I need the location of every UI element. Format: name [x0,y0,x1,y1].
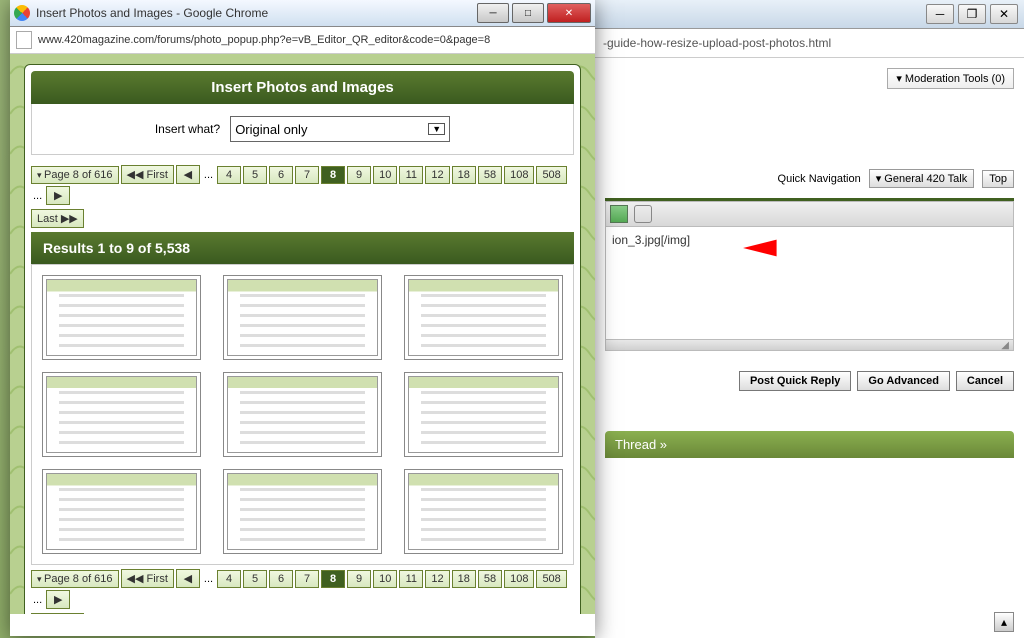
page-9[interactable]: 9 [347,570,371,588]
popup-url: www.420magazine.com/forums/photo_popup.p… [38,34,589,46]
page-6[interactable]: 6 [269,166,293,184]
next-page-button[interactable]: ▶ [46,186,70,205]
popup-minimize-button[interactable]: ─ [477,3,509,23]
page-508[interactable]: 508 [536,570,566,588]
popup-main-panel: Insert Photos and Images Insert what? Or… [24,64,581,614]
page-7[interactable]: 7 [295,166,319,184]
red-arrow-annotation: ◄ [732,231,787,263]
popup-window-title: Insert Photos and Images - Google Chrome [36,6,477,20]
thumbnail[interactable] [408,279,559,356]
go-advanced-button[interactable]: Go Advanced [857,371,950,391]
next-page-button[interactable]: ▶ [46,590,70,609]
popup-maximize-button[interactable]: □ [512,3,544,23]
quote-icon[interactable] [634,205,652,223]
page-12[interactable]: 12 [425,570,449,588]
page-10[interactable]: 10 [373,166,397,184]
ellipsis: ... [31,190,44,202]
bg-address-bar[interactable]: -guide-how-resize-upload-post-photos.htm… [595,29,1024,58]
page-icon [16,31,32,49]
page-8[interactable]: 8 [321,570,345,588]
page-508[interactable]: 508 [536,166,566,184]
bg-close-button[interactable]: ✕ [990,4,1018,24]
page-dropdown[interactable]: Page 8 of 616 [31,166,119,184]
bg-page-content: ▾ Moderation Tools (0) Quick Navigation … [595,58,1024,638]
prev-page-button[interactable]: ◀ [176,569,200,588]
editor-textarea[interactable]: ion_3.jpg[/img] ◄ [605,227,1014,340]
page-5[interactable]: 5 [243,166,267,184]
bg-window-titlebar: ─ ❐ ✕ [595,0,1024,29]
thumbnail[interactable] [46,473,197,550]
thread-navigation-bar: Thread » [605,431,1014,458]
page-58[interactable]: 58 [478,570,502,588]
page-108[interactable]: 108 [504,570,534,588]
quick-reply-editor: ion_3.jpg[/img] ◄ ◢ [605,198,1014,351]
page-6[interactable]: 6 [269,570,293,588]
page-11[interactable]: 11 [399,570,423,588]
last-page-button[interactable]: Last ▶▶ [31,613,84,614]
page-4[interactable]: 4 [217,570,241,588]
page-5[interactable]: 5 [243,570,267,588]
editor-resize-handle[interactable]: ◢ [605,340,1014,351]
insert-what-select[interactable]: Original only ▼ [230,116,450,142]
post-quick-reply-button[interactable]: Post Quick Reply [739,371,851,391]
background-browser-window: ─ ❐ ✕ -guide-how-resize-upload-post-phot… [595,0,1024,638]
thumbnails-grid [31,264,574,565]
thumbnail[interactable] [227,279,378,356]
cancel-button[interactable]: Cancel [956,371,1014,391]
insert-image-icon[interactable] [610,205,628,223]
insert-what-row: Insert what? Original only ▼ [31,104,574,155]
desktop: ─ ❐ ✕ -guide-how-resize-upload-post-phot… [0,0,1024,638]
thumbnail[interactable] [408,376,559,453]
prev-page-button[interactable]: ◀ [176,165,200,184]
quick-navigation-label: Quick Navigation [778,173,861,185]
ellipsis: ... [31,594,44,606]
insert-what-label: Insert what? [155,122,220,136]
page-12[interactable]: 12 [425,166,449,184]
quick-nav-forum-dropdown[interactable]: ▾ General 420 Talk [869,169,975,188]
bg-minimize-button[interactable]: ─ [926,4,954,24]
moderation-tools-dropdown[interactable]: ▾ Moderation Tools (0) [887,68,1014,89]
first-page-button[interactable]: ◀◀ First [121,165,174,184]
popup-close-button[interactable]: ✕ [547,3,591,23]
popup-address-bar[interactable]: www.420magazine.com/forums/photo_popup.p… [10,27,595,54]
bg-maximize-button[interactable]: ❐ [958,4,986,24]
page-18[interactable]: 18 [452,166,476,184]
editor-content-text: ion_3.jpg[/img] [612,233,690,247]
top-button[interactable]: Top [982,170,1014,188]
first-page-button[interactable]: ◀◀ First [121,569,174,588]
chevron-down-icon: ▼ [428,123,445,135]
page-9[interactable]: 9 [347,166,371,184]
thumbnail[interactable] [408,473,559,550]
page-11[interactable]: 11 [399,166,423,184]
popup-titlebar[interactable]: Insert Photos and Images - Google Chrome… [10,0,595,27]
page-7[interactable]: 7 [295,570,319,588]
editor-toolbar [605,201,1014,227]
chrome-favicon [14,5,30,21]
page-18[interactable]: 18 [452,570,476,588]
popup-browser-window: Insert Photos and Images - Google Chrome… [10,0,595,636]
page-dropdown[interactable]: Page 8 of 616 [31,570,119,588]
popup-body: Insert Photos and Images Insert what? Or… [10,54,595,614]
last-page-button[interactable]: Last ▶▶ [31,209,84,228]
ellipsis: ... [202,573,215,585]
page-8[interactable]: 8 [321,166,345,184]
ellipsis: ... [202,169,215,181]
results-count-bar: Results 1 to 9 of 5,538 [31,232,574,264]
popup-header: Insert Photos and Images [31,71,574,104]
thumbnail[interactable] [46,376,197,453]
thumbnail[interactable] [227,376,378,453]
page-10[interactable]: 10 [373,570,397,588]
thumbnail[interactable] [227,473,378,550]
page-58[interactable]: 58 [478,166,502,184]
bg-url-fragment: -guide-how-resize-upload-post-photos.htm… [603,36,831,50]
thumbnail[interactable] [46,279,197,356]
scroll-to-top-icon[interactable]: ▴ [994,612,1014,632]
page-108[interactable]: 108 [504,166,534,184]
page-4[interactable]: 4 [217,166,241,184]
pagination-top: Page 8 of 616◀◀ First◀...456789101112185… [31,165,574,228]
pagination-bottom: Page 8 of 616◀◀ First◀...456789101112185… [31,569,574,614]
